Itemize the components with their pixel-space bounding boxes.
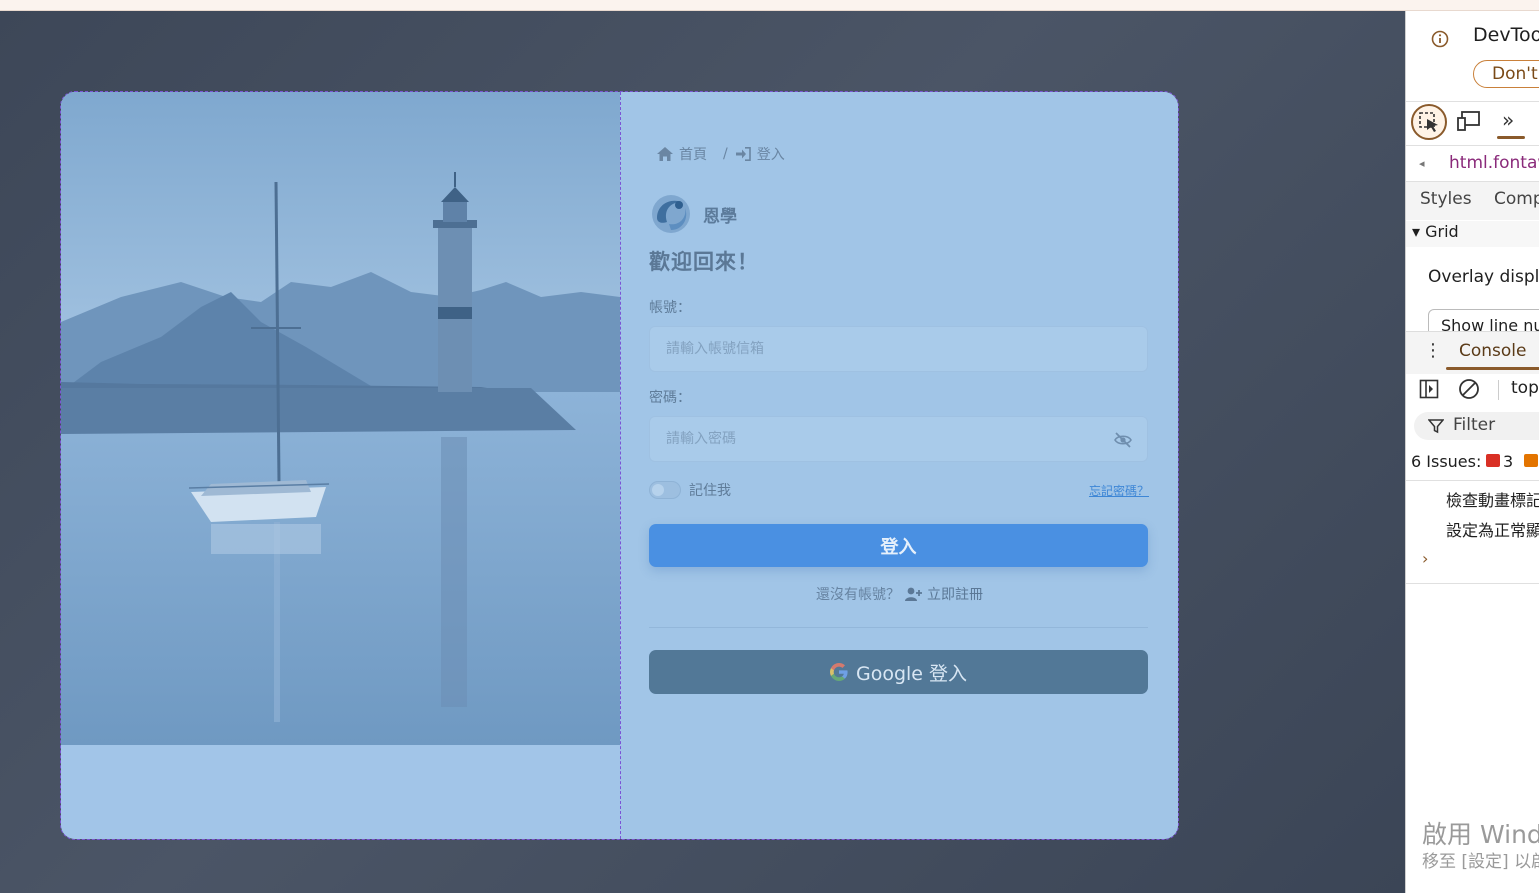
breadcrumb: 首頁 / 登入 — [657, 144, 785, 164]
account-label: 帳號： — [649, 300, 691, 316]
tab-computed[interactable]: Comp — [1494, 189, 1539, 209]
brand: 恩學 — [649, 192, 737, 236]
lighthouse-sailboat-photo — [61, 92, 620, 745]
more-tabs-icon[interactable]: » — [1502, 108, 1514, 132]
filter-label: Filter — [1453, 415, 1496, 435]
grid-section-label: Grid — [1425, 222, 1459, 241]
overlay-display-label: Overlay displa — [1428, 267, 1539, 287]
info-icon — [1431, 30, 1449, 48]
login-card: 首頁 / 登入 恩學 歡迎回來！ 帳號： 密碼： — [60, 91, 1179, 840]
tab-console[interactable]: Console — [1459, 341, 1527, 361]
sign-in-icon — [735, 147, 751, 161]
inspect-element-icon[interactable] — [1410, 103, 1448, 141]
register-prompt: 還沒有帳號？ 立即註冊 — [621, 584, 1178, 604]
image-pane — [61, 92, 621, 839]
password-field-wrapper — [649, 416, 1148, 462]
page-background: 首頁 / 登入 恩學 歡迎回來！ 帳號： 密碼： — [0, 11, 1405, 893]
divider — [649, 627, 1148, 628]
remember-me: 記住我 — [649, 480, 731, 500]
browser-top-strip — [0, 0, 1539, 11]
remember-label: 記住我 — [689, 483, 731, 499]
forgot-password-link[interactable]: 忘記密碼？ — [1089, 482, 1149, 499]
devtools-panel: DevToo Don't » ◂ html.fontaw Styles Comp… — [1405, 11, 1539, 893]
grid-section-header[interactable]: ▾ Grid — [1412, 222, 1459, 241]
password-input[interactable] — [666, 417, 1096, 461]
error-badge-icon — [1486, 454, 1500, 467]
clear-console-icon[interactable] — [1458, 378, 1480, 400]
form-pane: 首頁 / 登入 恩學 歡迎回來！ 帳號： 密碼： — [621, 92, 1178, 839]
warning-badge-icon — [1524, 454, 1538, 467]
brand-name: 恩學 — [703, 206, 737, 227]
register-text: 還沒有帳號？ — [816, 587, 901, 603]
google-icon — [829, 663, 848, 681]
login-button[interactable]: 登入 — [649, 524, 1148, 567]
windows-activation-subtitle: 移至 [設定] 以啟 — [1422, 852, 1539, 872]
page-title: 歡迎回來！ — [649, 250, 759, 274]
eye-slash-icon[interactable] — [1113, 430, 1133, 450]
console-message-2: 設定為正常顯 — [1446, 521, 1539, 540]
home-icon — [657, 147, 673, 161]
account-field-wrapper — [649, 326, 1148, 372]
breadcrumb-home[interactable]: 首頁 — [679, 144, 707, 164]
dont-show-button[interactable]: Don't — [1473, 60, 1539, 88]
devtools-banner-title: DevToo — [1473, 24, 1539, 46]
brand-logo — [652, 195, 690, 233]
back-arrow-icon[interactable]: ◂ — [1419, 157, 1425, 170]
register-link[interactable]: 立即註冊 — [927, 587, 983, 603]
device-toolbar-icon[interactable] — [1457, 110, 1481, 132]
drawer-menu-icon[interactable]: ⋮ — [1424, 340, 1442, 361]
account-input[interactable] — [666, 327, 1096, 371]
issues-error-count: 3 — [1503, 452, 1514, 471]
windows-activation-title: 啟用 Wind — [1422, 820, 1539, 849]
user-plus-icon — [904, 587, 922, 601]
google-button-label: Google 登入 — [855, 662, 968, 685]
breadcrumb-current: 登入 — [756, 147, 785, 163]
remember-toggle[interactable] — [649, 481, 681, 499]
sidebar-toggle-icon[interactable] — [1419, 379, 1439, 399]
breadcrumb-separator: / — [723, 146, 728, 162]
console-message-1: 檢查動畫標記 — [1446, 491, 1539, 510]
tab-styles[interactable]: Styles — [1420, 189, 1472, 209]
issues-label[interactable]: 6 Issues: — [1411, 452, 1481, 471]
context-selector[interactable]: top — [1511, 378, 1539, 398]
password-label: 密碼： — [649, 390, 691, 406]
google-login-button[interactable]: Google 登入 — [649, 650, 1148, 694]
dom-breadcrumb-node[interactable]: html.fontaw — [1449, 153, 1539, 173]
filter-icon — [1428, 419, 1444, 434]
console-prompt-icon[interactable]: › — [1422, 549, 1428, 568]
